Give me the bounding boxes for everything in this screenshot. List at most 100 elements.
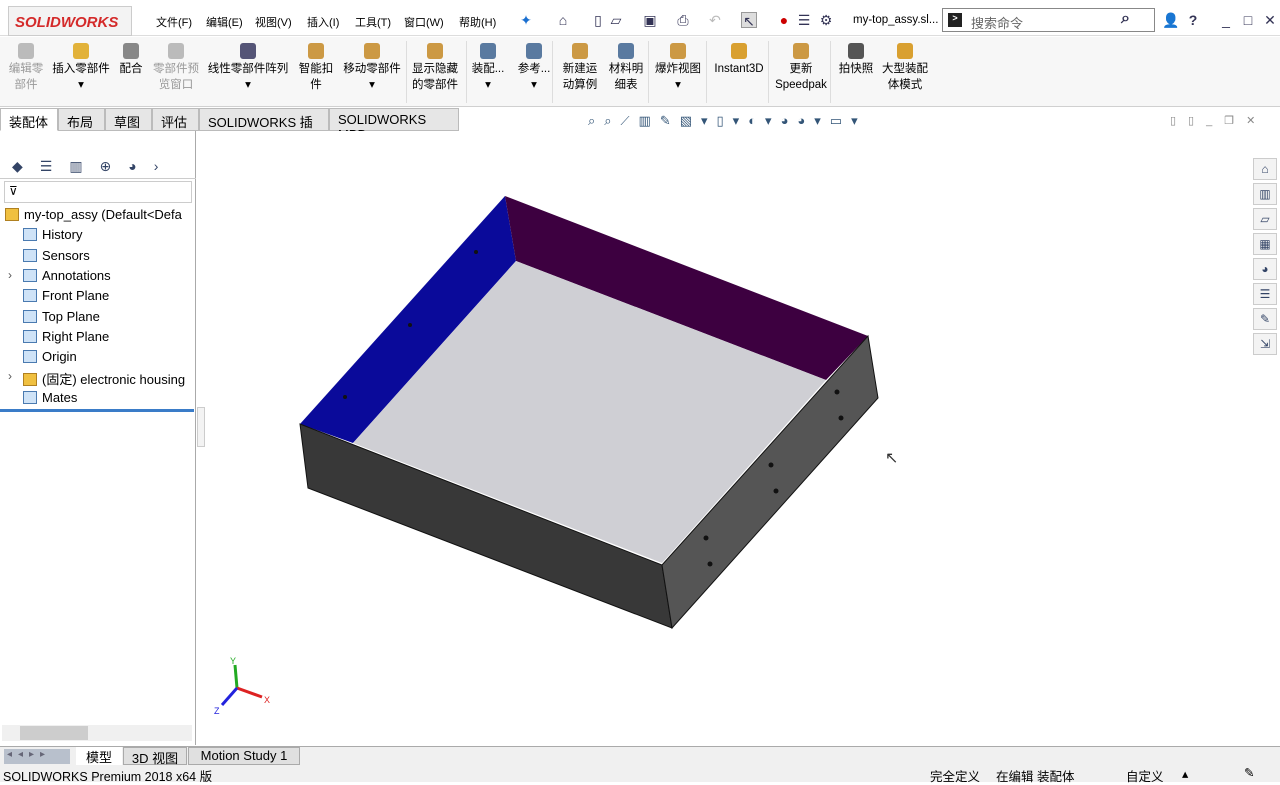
definition-status: 完全定义 bbox=[930, 770, 981, 784]
ribbon-button-14[interactable]: 更新 Speedpak bbox=[774, 43, 828, 93]
tab-layout[interactable]: 布局 bbox=[58, 108, 105, 131]
tree-item-label: History bbox=[42, 227, 83, 243]
ribbon-button-15[interactable]: 拍快照 bbox=[836, 43, 876, 77]
tree-item[interactable]: › Annotations bbox=[8, 267, 111, 283]
ribbon-button-8[interactable]: 装配... ▾ bbox=[470, 43, 506, 93]
tree-item-label: Sensors bbox=[42, 247, 90, 263]
tab-evaluate[interactable]: 评估 bbox=[152, 108, 199, 131]
new-document-icon[interactable]: ▯ bbox=[590, 12, 606, 28]
tree-item[interactable]: my-top_assy (Default<Defa bbox=[5, 207, 182, 222]
tree-item[interactable]: History bbox=[23, 227, 82, 242]
rebuild-icon[interactable]: ● bbox=[776, 12, 792, 28]
ribbon-button-0[interactable]: 编辑零 部件 bbox=[4, 43, 48, 93]
tree-item[interactable]: Origin bbox=[23, 349, 77, 364]
ribbon-button-11[interactable]: 材料明 细表 bbox=[606, 43, 646, 93]
unit-dropdown-icon[interactable]: ▴ bbox=[1182, 766, 1188, 781]
open-icon[interactable]: ▱ bbox=[608, 12, 624, 28]
search-commands-input[interactable]: > 搜索命令 ⌕ bbox=[942, 8, 1155, 32]
menu-insert[interactable]: 插入(I) bbox=[307, 14, 339, 30]
tree-item-label: (固定) electronic housing bbox=[42, 372, 186, 388]
ribbon-icon bbox=[897, 43, 913, 59]
tab-motion-study[interactable]: Motion Study 1 bbox=[188, 747, 300, 765]
ribbon-button-5[interactable]: 智能扣 件 bbox=[296, 43, 336, 93]
design-library-icon[interactable]: ▥ bbox=[1253, 183, 1277, 205]
tree-item[interactable]: Top Plane bbox=[23, 309, 100, 324]
pin-icon[interactable]: ✦ bbox=[518, 12, 534, 28]
undo-icon[interactable]: ↶ bbox=[707, 12, 723, 28]
ribbon-label: 配合 bbox=[119, 63, 143, 75]
heads-up-view-toolbar[interactable]: ⌕⌕⟋▥✎▧▾▯▾◐▾◕◕▾▭▾ bbox=[588, 113, 867, 129]
tree-item[interactable]: Front Plane bbox=[23, 288, 109, 303]
ribbon-button-3[interactable]: 零部件预 览窗口 bbox=[150, 43, 202, 93]
ribbon-label: 参考... ▾ bbox=[517, 63, 551, 91]
file-explorer-icon[interactable]: ▱ bbox=[1253, 208, 1277, 230]
menu-view[interactable]: 视图(V) bbox=[255, 14, 292, 30]
editing-status: 在编辑 装配体 bbox=[996, 770, 1075, 784]
tree-item-label: my-top_assy (Default<Defa bbox=[24, 207, 182, 222]
ribbon-button-13[interactable]: Instant3D bbox=[712, 43, 766, 77]
tree-item-label: Mates bbox=[42, 389, 78, 405]
search-placeholder: 搜索命令 bbox=[971, 16, 1024, 31]
close-icon[interactable]: ✕ bbox=[1262, 12, 1278, 28]
print-icon[interactable]: ⎙ bbox=[675, 12, 691, 28]
filter-icon[interactable]: ⊽ bbox=[4, 181, 192, 203]
view-palette-icon[interactable]: ▦ bbox=[1253, 233, 1277, 255]
tree-item[interactable]: Right Plane bbox=[23, 329, 109, 344]
menu-help[interactable]: 帮助(H) bbox=[459, 14, 496, 30]
tab-3d-views[interactable]: 3D 视图 bbox=[123, 747, 187, 766]
tree-item[interactable]: Mates bbox=[23, 390, 77, 405]
options-gear-icon[interactable]: ⚙ bbox=[818, 12, 834, 28]
panel-tabs[interactable]: ◆☰▥⊕◕› bbox=[0, 155, 196, 179]
help-icon[interactable]: ? bbox=[1185, 12, 1201, 28]
file-properties-icon[interactable]: ☰ bbox=[796, 12, 812, 28]
ribbon-button-16[interactable]: 大型装配 体模式 bbox=[878, 43, 932, 93]
tag-icon[interactable]: ✎ bbox=[1244, 765, 1254, 780]
tab-model[interactable]: 模型 bbox=[76, 747, 122, 765]
tab-assembly[interactable]: 装配体 bbox=[0, 108, 58, 131]
menu-edit[interactable]: 编辑(E) bbox=[206, 14, 243, 30]
ribbon-button-7[interactable]: 显示隐藏 的零部件 bbox=[410, 43, 460, 93]
ribbon-button-6[interactable]: 移动零部件 ▾ bbox=[340, 43, 404, 93]
unit-system[interactable]: 自定义 bbox=[1126, 766, 1164, 785]
maximize-icon[interactable]: □ bbox=[1240, 12, 1256, 28]
expand-icon[interactable]: › bbox=[8, 268, 12, 282]
graphics-area[interactable]: Y X Z ↖ bbox=[197, 131, 1280, 745]
document-title: my-top_assy.sl... bbox=[853, 14, 939, 26]
tab-addins[interactable]: SOLIDWORKS 插件 bbox=[199, 108, 329, 149]
menu-window[interactable]: 窗口(W) bbox=[404, 14, 444, 30]
horizontal-scrollbar[interactable] bbox=[2, 725, 192, 741]
tab-sketch[interactable]: 草图 bbox=[105, 108, 152, 131]
ribbon-separator bbox=[406, 41, 407, 103]
ribbon-button-12[interactable]: 爆炸视图 ▾ bbox=[652, 43, 704, 93]
tree-item-label: Annotations bbox=[42, 267, 111, 283]
home-icon[interactable]: ⌂ bbox=[555, 12, 571, 28]
viewport-window-controls[interactable]: ▯▯_❐✕ bbox=[1170, 114, 1267, 127]
tree-item[interactable]: Sensors bbox=[23, 248, 90, 263]
tree-item[interactable]: › (固定) electronic housing bbox=[8, 369, 186, 388]
home-icon[interactable]: ⌂ bbox=[1253, 158, 1277, 180]
solidworks-logo[interactable]: SOLIDWORKS bbox=[8, 6, 132, 36]
rollback-bar[interactable] bbox=[0, 409, 194, 412]
select-icon[interactable]: ↖ bbox=[741, 12, 757, 29]
user-icon[interactable]: 👤 bbox=[1162, 12, 1179, 28]
save-icon[interactable]: ▣ bbox=[642, 12, 658, 28]
search-icon[interactable]: ⌕ bbox=[1121, 10, 1130, 28]
ribbon-button-9[interactable]: 参考... ▾ bbox=[514, 43, 554, 93]
panel-collapse-handle[interactable] bbox=[197, 407, 205, 447]
appearances-icon[interactable]: ◕ bbox=[1253, 258, 1277, 280]
ribbon-button-1[interactable]: 插入零部件 ▾ bbox=[50, 43, 112, 93]
expand-icon[interactable]: › bbox=[8, 369, 12, 383]
tab-mbd[interactable]: SOLIDWORKS MBD bbox=[329, 108, 459, 142]
tab-scroll-arrows[interactable]: ◂◂▸▸ bbox=[4, 749, 70, 764]
solidworks-forum-icon[interactable]: ✎ bbox=[1253, 308, 1277, 330]
ribbon-icon bbox=[240, 43, 256, 59]
ribbon-button-4[interactable]: 线性零部件阵列 ▾ bbox=[206, 43, 290, 93]
custom-properties-icon[interactable]: ☰ bbox=[1253, 283, 1277, 305]
ribbon-button-10[interactable]: 新建运 动算例 bbox=[560, 43, 600, 93]
minimize-icon[interactable]: _ bbox=[1218, 12, 1234, 28]
menu-file[interactable]: 文件(F) bbox=[156, 14, 192, 30]
menu-tools[interactable]: 工具(T) bbox=[355, 14, 391, 30]
ribbon-button-2[interactable]: 配合 bbox=[116, 43, 146, 77]
3d-content-icon[interactable]: ⇲ bbox=[1253, 333, 1277, 355]
ribbon-label: 更新 Speedpak bbox=[775, 63, 827, 91]
